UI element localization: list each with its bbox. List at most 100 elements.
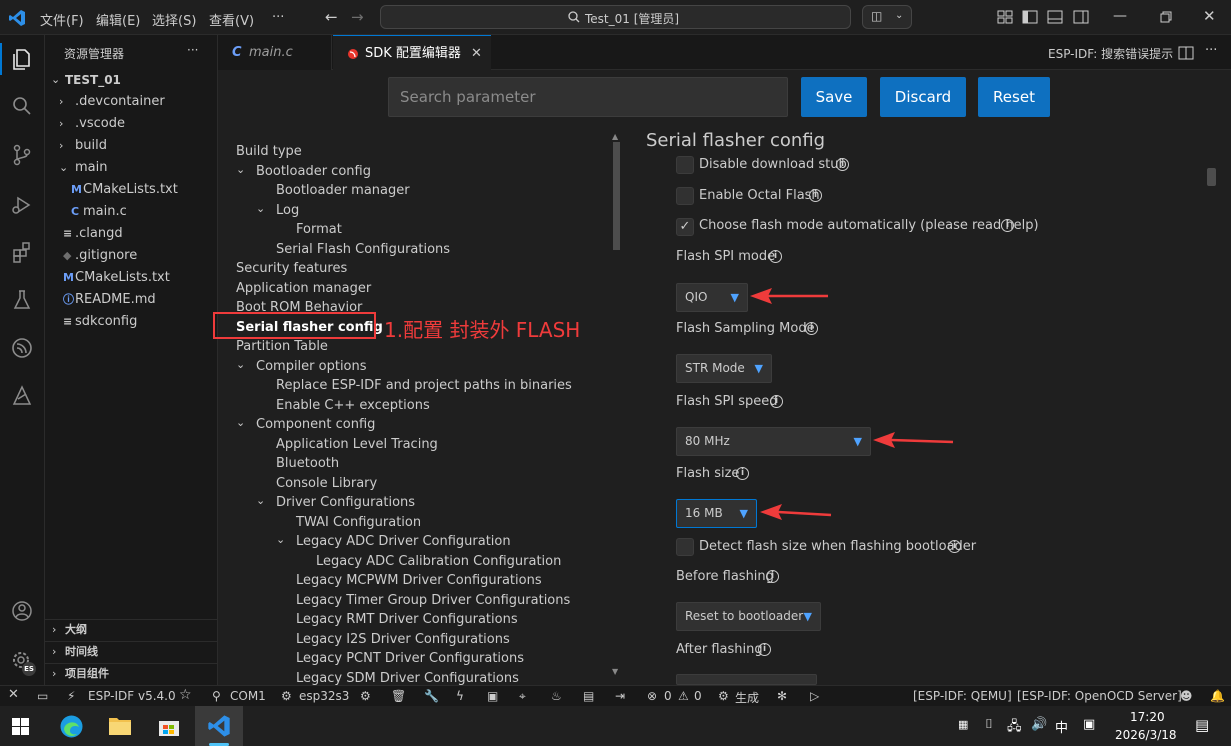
scroll-down-icon[interactable]: ▼ <box>612 667 618 676</box>
nav-back-icon[interactable]: ← <box>325 8 338 26</box>
nav-item[interactable]: Application manager <box>236 281 371 296</box>
split-editor-icon[interactable] <box>1178 45 1194 61</box>
idf-version[interactable]: ESP-IDF v5.4.0 <box>88 689 176 703</box>
chip-icon[interactable]: ⚙ <box>281 689 292 703</box>
copilot-icon[interactable]: ☻ <box>1180 689 1193 703</box>
store-icon[interactable] <box>158 715 180 737</box>
spi-speed-select[interactable]: 80 MHz ▼ <box>676 427 871 456</box>
nav-item[interactable]: Legacy I2S Driver Configurations <box>296 632 510 647</box>
nav-item[interactable]: Compiler options <box>256 359 367 374</box>
toggle-panel-icon[interactable] <box>1046 8 1064 26</box>
chevron-down-icon[interactable]: ⌄ <box>236 416 245 429</box>
info-icon[interactable]: i <box>948 540 961 553</box>
nav-item[interactable]: Console Library <box>276 476 377 491</box>
run-icon[interactable]: ⇥ <box>615 689 625 703</box>
notification-center-icon[interactable]: ▤ <box>1195 716 1209 734</box>
vm-tray-icon[interactable]: ▦ <box>958 718 968 731</box>
menu-selection[interactable]: 选择(S) <box>152 10 196 29</box>
info-icon[interactable]: i <box>758 643 771 656</box>
layout-customize-icon[interactable] <box>996 8 1014 26</box>
save-button[interactable]: Save <box>801 77 867 117</box>
auto-flash-mode-checkbox[interactable]: ✓ <box>676 218 694 236</box>
tree-item[interactable]: ◆ .gitignore <box>45 245 218 267</box>
tab-main-c[interactable]: C main.c <box>218 35 332 70</box>
star-icon[interactable]: ☆ <box>179 687 192 703</box>
error-icon[interactable]: ⊗ <box>647 689 657 703</box>
discard-button[interactable]: Discard <box>880 77 966 117</box>
nav-item[interactable]: Security features <box>236 261 347 276</box>
taskbar-vscode[interactable] <box>195 706 243 746</box>
network-icon[interactable]: 🖧 <box>1007 717 1022 739</box>
run-debug-icon[interactable] <box>8 191 36 219</box>
nav-item[interactable]: Serial Flash Configurations <box>276 242 450 257</box>
nav-item[interactable]: TWAI Configuration <box>296 515 421 530</box>
tree-item[interactable]: ≡ .clangd <box>45 223 218 245</box>
clock-date[interactable]: 2026/3/18 <box>1115 728 1177 742</box>
usb-tray-icon[interactable]: ⌷ <box>985 717 993 732</box>
clock-time[interactable]: 17:20 <box>1130 710 1165 724</box>
nav-item[interactable]: Log <box>276 203 299 218</box>
nav-item[interactable]: Format <box>296 222 342 237</box>
extensions-icon[interactable] <box>8 238 36 266</box>
info-icon[interactable]: i <box>766 570 779 583</box>
project-components-section[interactable]: › 项目组件 <box>45 663 218 685</box>
info-icon[interactable]: i <box>1001 219 1014 232</box>
command-center[interactable]: Test_01 [管理员] <box>380 5 851 29</box>
windows-start-icon[interactable] <box>12 718 29 735</box>
info-icon[interactable]: i <box>836 158 849 171</box>
calendar-icon[interactable]: ▣ <box>1083 717 1095 732</box>
sidebar-more-button[interactable]: ··· <box>187 43 198 57</box>
minimize-icon[interactable]: — <box>1113 8 1127 24</box>
toggle-sidebar-icon[interactable] <box>1021 8 1039 26</box>
flash-icon[interactable]: ϟ <box>456 689 464 703</box>
nav-item[interactable]: Build type <box>236 144 302 159</box>
tree-item[interactable]: M CMakeLists.txt <box>45 267 218 289</box>
build-label[interactable]: 生成 <box>735 689 759 706</box>
notifications-icon[interactable]: 🔔 <box>1210 689 1225 703</box>
target-chip[interactable]: esp32s3 <box>299 689 349 703</box>
nav-forward-icon[interactable]: → <box>351 8 364 26</box>
outline-section[interactable]: › 大纲 <box>45 619 218 641</box>
warning-count[interactable]: 0 <box>694 689 702 703</box>
nav-item[interactable]: Enable C++ exceptions <box>276 398 430 413</box>
chevron-down-icon[interactable]: ⌄ <box>256 202 265 215</box>
bug-icon[interactable]: ✻ <box>777 689 787 703</box>
menu-file[interactable]: 文件(F) <box>40 10 84 29</box>
nav-item[interactable]: Legacy RMT Driver Configurations <box>296 612 518 627</box>
idf-search-error-hint[interactable]: ESP-IDF: 搜索错误提示 <box>1048 45 1173 62</box>
nav-item[interactable]: Bluetooth <box>276 456 339 471</box>
fire-icon[interactable]: ♨ <box>551 689 562 703</box>
tab-sdk-config[interactable]: SDK 配置编辑器 ✕ <box>333 35 491 70</box>
openocd-status[interactable]: [ESP-IDF: OpenOCD Server] <box>1017 689 1182 703</box>
timeline-section[interactable]: › 时间线 <box>45 641 218 663</box>
idf-version-icon[interactable]: ⚡ <box>67 689 75 703</box>
sampling-mode-select[interactable]: STR Mode ▼ <box>676 354 772 383</box>
nav-item[interactable]: Bootloader config <box>256 164 371 179</box>
trash-icon[interactable]: 🗑 <box>391 689 406 703</box>
menu-more[interactable]: ··· <box>272 10 284 25</box>
nav-item[interactable]: Application Level Tracing <box>276 437 438 452</box>
copilot-button[interactable]: ◫ ⌄ <box>862 5 912 29</box>
ime-indicator[interactable]: 中 <box>1055 717 1068 736</box>
search-icon[interactable] <box>8 92 36 120</box>
nav-item[interactable]: Legacy PCNT Driver Configurations <box>296 651 524 666</box>
debug-icon[interactable]: ⌖ <box>519 689 526 704</box>
settings-icon[interactable]: ⚙ <box>360 689 371 703</box>
nav-item[interactable]: Driver Configurations <box>276 495 415 510</box>
info-icon[interactable]: i <box>770 395 783 408</box>
nav-scrollbar[interactable] <box>613 142 620 250</box>
close-icon[interactable]: ✕ <box>471 36 482 71</box>
info-icon[interactable]: i <box>769 250 782 263</box>
wrench-icon[interactable]: 🔧 <box>424 689 439 703</box>
flash-size-select[interactable]: 16 MB ▼ <box>676 499 757 528</box>
info-icon[interactable]: i <box>736 467 749 480</box>
restore-icon[interactable] <box>1157 8 1175 26</box>
form-scrollbar[interactable] <box>1207 168 1216 186</box>
qemu-status[interactable]: [ESP-IDF: QEMU] <box>913 689 1012 703</box>
chevron-down-icon[interactable]: ⌄ <box>256 494 265 507</box>
idf-explorer-icon[interactable] <box>8 382 36 410</box>
espressif-icon[interactable] <box>8 334 36 362</box>
menu-view[interactable]: 查看(V) <box>209 10 254 29</box>
edge-browser-icon[interactable] <box>59 714 84 739</box>
tree-item[interactable]: ⓘ README.md <box>45 289 218 311</box>
